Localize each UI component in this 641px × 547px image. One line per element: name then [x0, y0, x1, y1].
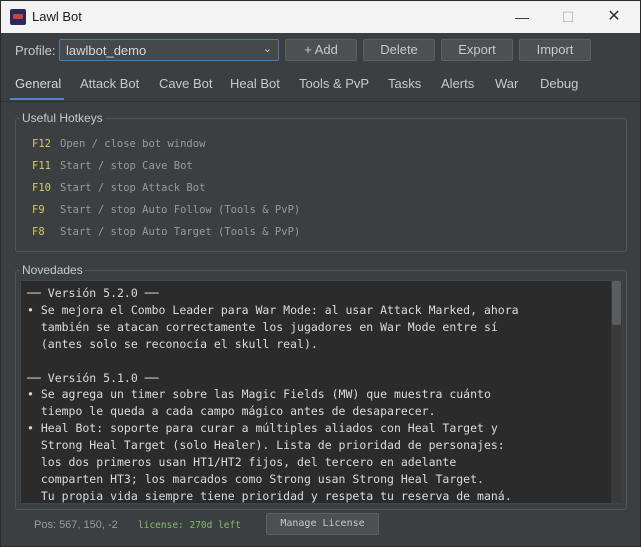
active-tab-indicator — [10, 98, 64, 100]
chevron-down-icon: ⌄ — [262, 43, 272, 55]
profile-select[interactable]: lawlbot_demo ⌄ — [59, 39, 279, 61]
hotkey-row: F9 Start / stop Auto Follow (Tools & PvP) — [32, 204, 300, 216]
hotkeys-title: Useful Hotkeys — [20, 111, 105, 125]
hotkey-row: F8 Start / stop Auto Target (Tools & PvP) — [32, 226, 300, 238]
hotkey-desc: Start / stop Auto Target (Tools & PvP) — [60, 226, 301, 238]
hotkey-key: F11 — [32, 160, 51, 172]
tab-war[interactable]: War — [495, 76, 518, 91]
hotkey-row: F10 Start / stop Attack Bot — [32, 182, 205, 194]
hotkey-row: F12 Open / close bot window — [32, 138, 205, 150]
license-status: license: 270d left — [138, 520, 241, 531]
scrollbar-thumb[interactable] — [612, 281, 621, 325]
news-text-area[interactable]: ── Versión 5.2.0 ── • Se mejora el Combo… — [20, 280, 623, 504]
tab-general[interactable]: General — [15, 76, 61, 91]
tab-heal-bot[interactable]: Heal Bot — [230, 76, 280, 91]
profile-label: Profile: — [15, 43, 56, 58]
hotkey-row: F11 Start / stop Cave Bot — [32, 160, 193, 172]
window-title: Lawl Bot — [32, 9, 82, 24]
import-profile-button[interactable]: Import — [519, 39, 591, 61]
hotkey-desc: Open / close bot window — [60, 138, 206, 150]
profile-select-value: lawlbot_demo — [66, 43, 147, 58]
export-profile-button[interactable]: Export — [441, 39, 513, 61]
tab-debug[interactable]: Debug — [540, 76, 578, 91]
hotkey-key: F10 — [32, 182, 51, 194]
profile-bar: Profile: lawlbot_demo ⌄ + Add Delete Exp… — [1, 33, 640, 69]
tab-bar: General Attack Bot Cave Bot Heal Bot Too… — [1, 69, 640, 102]
hotkey-key: F8 — [32, 226, 45, 238]
maximize-icon[interactable]: ☐ — [545, 1, 591, 33]
hotkey-key: F9 — [32, 204, 45, 216]
close-icon[interactable]: ✕ — [591, 1, 637, 33]
news-content: ── Versión 5.2.0 ── • Se mejora el Combo… — [27, 286, 519, 503]
tab-cave-bot[interactable]: Cave Bot — [159, 76, 212, 91]
tab-alerts[interactable]: Alerts — [441, 76, 474, 91]
hotkey-desc: Start / stop Cave Bot — [60, 160, 193, 172]
news-scrollbar[interactable] — [611, 281, 622, 503]
tab-tasks[interactable]: Tasks — [388, 76, 421, 91]
add-profile-button[interactable]: + Add — [285, 39, 357, 61]
manage-license-button[interactable]: Manage License — [266, 513, 379, 535]
position-readout: Pos: 567, 150, -2 — [34, 519, 118, 531]
title-bar: Lawl Bot — ☐ ✕ — [1, 1, 640, 33]
tab-tools-pvp[interactable]: Tools & PvP — [299, 76, 369, 91]
delete-profile-button[interactable]: Delete — [363, 39, 435, 61]
minimize-icon[interactable]: — — [499, 1, 545, 33]
hotkey-desc: Start / stop Attack Bot — [60, 182, 206, 194]
hotkey-desc: Start / stop Auto Follow (Tools & PvP) — [60, 204, 301, 216]
hotkey-key: F12 — [32, 138, 51, 150]
news-title: Novedades — [20, 263, 85, 277]
tab-attack-bot[interactable]: Attack Bot — [80, 76, 139, 91]
app-icon — [10, 9, 26, 25]
app-window: Lawl Bot — ☐ ✕ Profile: lawlbot_demo ⌄ +… — [0, 0, 641, 547]
